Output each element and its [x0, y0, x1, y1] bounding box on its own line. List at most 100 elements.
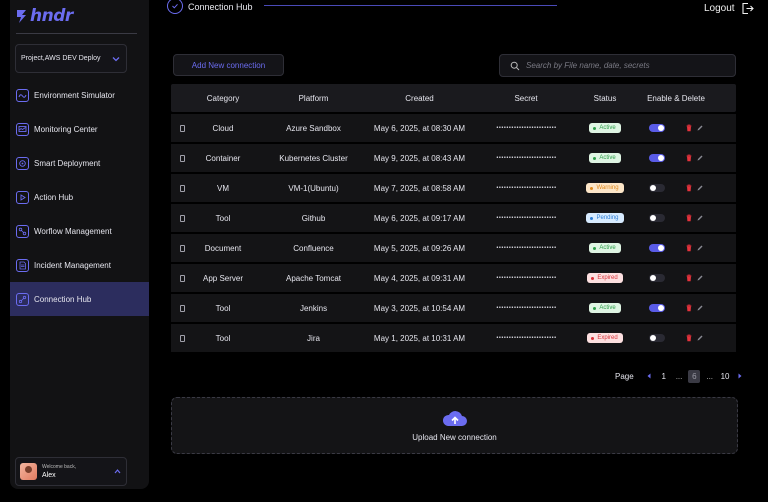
sidebar-item-monitoring-center[interactable]: Monitoring Center — [10, 112, 149, 146]
cell-enable-delete — [631, 274, 721, 282]
table-row: Tool Jira May 1, 2025, at 10:31 AM •••••… — [171, 324, 736, 352]
header-status[interactable]: Status — [579, 94, 631, 103]
row-actions — [685, 244, 704, 252]
cell-status: Active — [579, 243, 631, 253]
status-badge-label: Warning — [596, 185, 619, 191]
edit-icon[interactable] — [696, 154, 704, 162]
sidebar-item-incident-management[interactable]: Incident Management — [10, 248, 149, 282]
sidebar-item-action-hub[interactable]: Action Hub — [10, 180, 149, 214]
edit-icon[interactable] — [696, 214, 704, 222]
sidebar-item-environment-simulator[interactable]: Environment Simulator — [10, 78, 149, 112]
edit-icon[interactable] — [696, 334, 704, 342]
cell-category: Tool — [215, 303, 231, 313]
header-category[interactable]: Category — [185, 94, 261, 103]
cell-created: May 9, 2025, at 08:43 AM — [373, 153, 466, 163]
cell-secret: •••••••••••••••••••••••• — [495, 215, 557, 221]
enable-toggle[interactable] — [648, 124, 665, 132]
trash-icon[interactable] — [685, 124, 693, 132]
trash-icon[interactable] — [685, 244, 693, 252]
trash-icon[interactable] — [685, 304, 693, 312]
sidebar-item-workflow-management[interactable]: Worflow Management — [10, 214, 149, 248]
cell-secret: •••••••••••••••••••••••• — [495, 155, 557, 161]
table-row: Document Confluence May 5, 2025, at 09:2… — [171, 234, 736, 262]
search-input[interactable] — [526, 61, 735, 70]
cell-category: Cloud — [212, 123, 234, 133]
row-actions — [685, 304, 704, 312]
prev-page-icon[interactable] — [646, 372, 652, 380]
table-row: Container Kubernetes Cluster May 9, 2025… — [171, 144, 736, 172]
project-select-value: Project,AWS DEV Deploy — [21, 55, 101, 62]
edit-icon[interactable] — [696, 274, 704, 282]
page-ellipsis: ... — [675, 371, 683, 381]
trash-icon[interactable] — [685, 214, 693, 222]
user-name: Alex — [42, 472, 56, 479]
row-actions — [685, 184, 704, 192]
header-created[interactable]: Created — [366, 94, 473, 103]
sidebar-item-smart-deployment[interactable]: Smart Deployment — [10, 146, 149, 180]
table-row: Cloud Azure Sandbox May 6, 2025, at 08:3… — [171, 114, 736, 142]
upload-dropzone[interactable]: Upload New connection — [171, 397, 738, 454]
cell-status: Pending — [579, 213, 631, 223]
user-welcome: Welcome back, — [42, 464, 77, 470]
project-select[interactable]: Project,AWS DEV Deploy — [15, 44, 127, 73]
enable-toggle[interactable] — [648, 244, 665, 252]
edit-icon[interactable] — [696, 304, 704, 312]
enable-toggle[interactable] — [648, 304, 665, 312]
sidebar-item-label: Action Hub — [34, 192, 74, 202]
cell-status: Active — [579, 153, 631, 163]
page-last[interactable]: 10 — [719, 372, 731, 381]
enable-toggle[interactable] — [648, 274, 665, 282]
status-badge: Expired — [587, 333, 623, 343]
next-page-icon[interactable] — [737, 372, 743, 380]
header-secret: Secret — [514, 93, 538, 103]
trash-icon[interactable] — [685, 334, 693, 342]
cell-created: May 4, 2025, at 09:31 AM — [373, 273, 466, 283]
cell-enable-delete — [631, 244, 721, 252]
sidebar-item-label: Worflow Management — [34, 226, 112, 236]
cell-secret: •••••••••••••••••••••••• — [495, 305, 557, 311]
cell-platform: Github — [301, 213, 326, 223]
cell-category: Tool — [215, 333, 231, 343]
trash-icon[interactable] — [685, 154, 693, 162]
enable-toggle[interactable] — [648, 334, 665, 342]
row-checkbox-cell — [171, 124, 185, 132]
trash-icon[interactable] — [685, 274, 693, 282]
search-box — [499, 54, 736, 77]
edit-icon[interactable] — [696, 184, 704, 192]
page-first[interactable]: 1 — [658, 372, 670, 381]
status-dot — [593, 126, 597, 130]
header-platform[interactable]: Platform — [261, 94, 366, 103]
row-checkbox-cell — [171, 184, 185, 192]
enable-toggle[interactable] — [648, 214, 665, 222]
sidebar-item-connection-hub[interactable]: Connection Hub — [10, 282, 149, 316]
row-actions — [685, 124, 704, 132]
status-dot — [593, 306, 597, 310]
cell-category: Container — [205, 153, 241, 163]
cell-status: Active — [579, 303, 631, 313]
chevron-down-icon — [112, 56, 120, 61]
status-dot — [593, 156, 597, 160]
page-ellipsis: ... — [706, 371, 714, 381]
edit-icon[interactable] — [696, 244, 704, 252]
row-actions — [685, 154, 704, 162]
cell-created: May 3, 2025, at 10:54 AM — [373, 303, 466, 313]
logout-icon — [742, 2, 754, 15]
logout-button[interactable]: Logout — [704, 2, 754, 15]
edit-icon[interactable] — [696, 124, 704, 132]
page-current[interactable]: 6 — [688, 369, 701, 383]
trash-icon[interactable] — [685, 184, 693, 192]
app-root: hndr Project,AWS DEV Deploy Environment … — [0, 0, 768, 502]
deploy-icon — [16, 156, 29, 170]
workflow-icon — [16, 224, 29, 238]
user-card[interactable]: Welcome back, Alex — [15, 457, 127, 486]
monitor-icon — [16, 122, 29, 136]
pagination-label: Page — [615, 371, 634, 381]
sidebar-divider — [16, 33, 137, 34]
enable-toggle[interactable] — [648, 154, 665, 162]
toggle-knob — [657, 125, 664, 131]
enable-toggle[interactable] — [648, 184, 665, 192]
chevron-up-icon[interactable] — [113, 467, 122, 476]
status-badge: Active — [589, 123, 621, 133]
cell-category: App Server — [202, 273, 244, 283]
add-connection-button[interactable]: Add New connection — [173, 54, 284, 76]
